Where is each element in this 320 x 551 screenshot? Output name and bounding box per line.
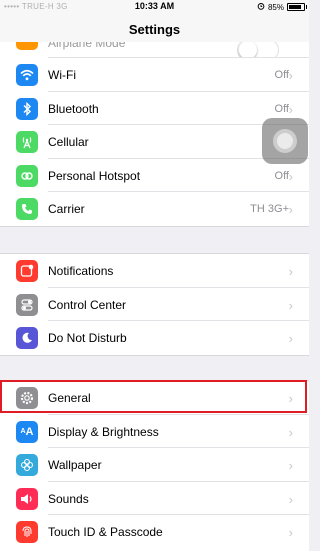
airplane-mode-toggle[interactable] bbox=[237, 42, 279, 58]
settings-row-carrier[interactable]: Carrier TH 3G+ › bbox=[0, 192, 309, 226]
settings-row-label: Notifications bbox=[48, 264, 114, 278]
wifi-icon bbox=[16, 64, 38, 86]
settings-row-notifications[interactable]: Notifications › bbox=[0, 254, 309, 288]
chevron-right-icon: › bbox=[288, 68, 293, 83]
settings-row-label: Carrier bbox=[48, 202, 85, 216]
speaker-icon bbox=[16, 487, 38, 510]
chevron-right-icon: › bbox=[288, 264, 293, 279]
settings-row-label: Cellular bbox=[48, 135, 89, 149]
assistive-touch-center bbox=[277, 133, 293, 149]
settings-row-label: Personal Hotspot bbox=[48, 168, 141, 183]
bluetooth-icon bbox=[16, 97, 38, 120]
settings-row-touch-id-passcode[interactable]: Touch ID & Passcode › bbox=[0, 515, 309, 549]
settings-row-value: TH 3G+ bbox=[250, 203, 289, 215]
settings-row-label: Control Center bbox=[48, 297, 127, 312]
airplane-icon bbox=[16, 42, 38, 50]
chevron-right-icon: › bbox=[288, 491, 293, 507]
settings-row-label: Sounds bbox=[48, 491, 89, 506]
general-highlight-box bbox=[0, 380, 307, 413]
chevron-right-icon: › bbox=[288, 458, 293, 473]
moon-icon bbox=[16, 327, 38, 349]
status-bar: ••••• TRUE-H 3G 10:33 AM 85% bbox=[0, 0, 309, 14]
settings-row-label: Display & Brightness bbox=[48, 424, 159, 439]
chevron-right-icon: › bbox=[288, 101, 293, 117]
settings-row-label: Wi-Fi bbox=[48, 68, 76, 82]
settings-row-label: Bluetooth bbox=[48, 101, 99, 116]
settings-row-wallpaper[interactable]: Wallpaper › bbox=[0, 448, 309, 482]
notifications-group: Notifications › Control Center › Do Not … bbox=[0, 253, 309, 356]
chevron-right-icon: › bbox=[288, 168, 293, 184]
settings-row-label: Do Not Disturb bbox=[48, 331, 127, 345]
settings-row-value: Off bbox=[274, 102, 289, 115]
battery-percent: 85% bbox=[267, 2, 284, 12]
settings-row-value: Off bbox=[274, 169, 289, 182]
text-size-icon: AA bbox=[16, 420, 38, 443]
antenna-icon bbox=[16, 131, 38, 153]
settings-row-label: Touch ID & Passcode bbox=[48, 525, 163, 539]
chevron-right-icon: › bbox=[288, 525, 293, 540]
settings-row-personal-hotspot[interactable]: Personal Hotspot Off › bbox=[0, 159, 309, 192]
settings-row-wifi[interactable]: Wi-Fi Off › bbox=[0, 58, 309, 92]
toggles-icon bbox=[16, 293, 38, 316]
phone-icon bbox=[16, 198, 38, 220]
settings-row-display-brightness[interactable]: AA Display & Brightness › bbox=[0, 415, 309, 448]
notifications-icon bbox=[16, 260, 38, 282]
status-right: 85% bbox=[257, 2, 307, 12]
settings-row-label: Airplane Mode bbox=[48, 42, 126, 50]
chevron-right-icon: › bbox=[288, 331, 293, 346]
battery-fill bbox=[289, 5, 301, 9]
chevron-right-icon: › bbox=[288, 297, 293, 313]
chevron-right-icon: › bbox=[288, 202, 293, 217]
chevron-right-icon: › bbox=[288, 424, 293, 440]
assistive-touch-button[interactable] bbox=[262, 118, 308, 164]
page-title: Settings bbox=[128, 22, 181, 37]
settings-row-sounds[interactable]: Sounds › bbox=[0, 482, 309, 515]
alarm-clock-icon bbox=[257, 2, 265, 12]
battery-icon bbox=[287, 3, 307, 11]
settings-row-control-center[interactable]: Control Center › bbox=[0, 288, 309, 321]
flower-icon bbox=[16, 454, 38, 476]
settings-row-airplane-mode[interactable]: Airplane Mode bbox=[0, 42, 309, 58]
fingerprint-icon bbox=[16, 521, 38, 543]
toggle-knob bbox=[239, 42, 257, 58]
hotspot-icon bbox=[16, 164, 38, 187]
settings-row-value: Off bbox=[274, 69, 289, 81]
settings-row-bluetooth[interactable]: Bluetooth Off › bbox=[0, 92, 309, 125]
settings-row-label: Wallpaper bbox=[48, 458, 102, 472]
settings-row-do-not-disturb[interactable]: Do Not Disturb › bbox=[0, 321, 309, 355]
